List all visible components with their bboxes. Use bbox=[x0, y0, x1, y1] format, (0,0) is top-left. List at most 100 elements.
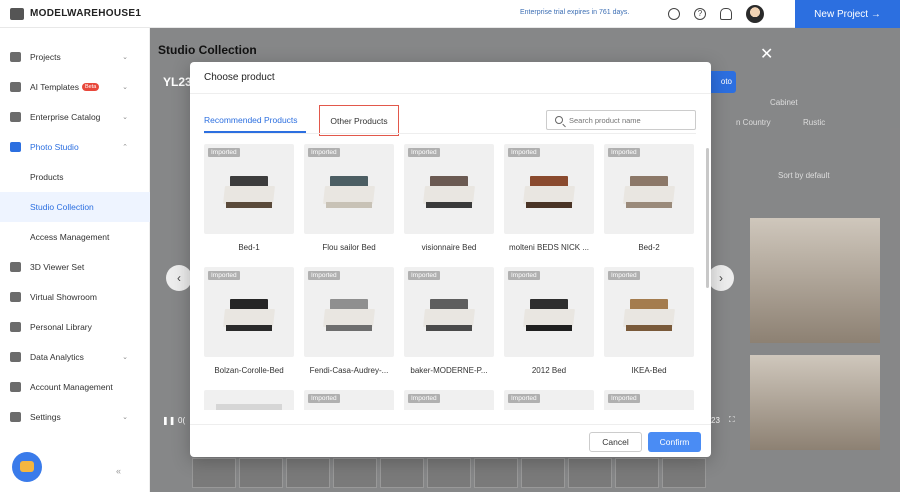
filter-country[interactable]: n Country bbox=[736, 118, 771, 127]
globe-icon[interactable] bbox=[668, 8, 680, 20]
product-card[interactable]: Imported Bolzan-Corolle-Bed bbox=[204, 267, 294, 375]
video-thumbnail[interactable] bbox=[192, 458, 236, 488]
sidebar-item-label: Projects bbox=[30, 52, 61, 62]
bed-icon bbox=[523, 176, 575, 210]
product-name: Fendi-Casa-Audrey-... bbox=[309, 366, 389, 375]
video-thumbnail[interactable] bbox=[286, 458, 330, 488]
video-thumbnail[interactable] bbox=[427, 458, 471, 488]
library-icon bbox=[10, 322, 21, 332]
product-card[interactable]: Imported Fendi-Casa-Audrey-... bbox=[304, 267, 394, 375]
product-thumbnail[interactable]: Imported bbox=[204, 144, 294, 234]
sidebar-item-settings[interactable]: Settings ⌄ bbox=[0, 402, 150, 432]
sidebar-item-account-management[interactable]: Account Management bbox=[0, 372, 150, 402]
product-card[interactable]: Imported baker-MODERNE-P... bbox=[404, 267, 494, 375]
sidebar-item-virtual-showroom[interactable]: Virtual Showroom bbox=[0, 282, 150, 312]
product-card[interactable]: Imported Bed-1 bbox=[204, 144, 294, 252]
new-project-button[interactable]: New Project → bbox=[795, 0, 900, 28]
product-card[interactable]: Imported molteni BEDS NICK ... bbox=[504, 144, 594, 252]
imported-badge: Imported bbox=[508, 148, 540, 157]
collapse-sidebar-icon[interactable]: « bbox=[116, 466, 121, 476]
product-thumbnail[interactable]: Imported bbox=[504, 267, 594, 357]
confirm-button[interactable]: Confirm bbox=[648, 432, 701, 452]
cancel-button[interactable]: Cancel bbox=[589, 432, 642, 452]
sidebar-item-enterprise-catalog[interactable]: Enterprise Catalog ⌄ bbox=[0, 102, 150, 132]
video-thumbnail[interactable] bbox=[239, 458, 283, 488]
tab-divider bbox=[204, 133, 696, 134]
product-card[interactable]: Imported bbox=[604, 390, 694, 410]
product-thumbnail[interactable]: Imported bbox=[504, 390, 594, 410]
product-card[interactable] bbox=[204, 390, 294, 410]
product-thumbnail[interactable]: Imported bbox=[504, 144, 594, 234]
gear-icon bbox=[10, 412, 21, 422]
sidebar-item-ai-templates[interactable]: AI Templates Beta ⌄ bbox=[0, 72, 150, 102]
product-card[interactable]: Imported 2012 Bed bbox=[504, 267, 594, 375]
scrollbar[interactable] bbox=[706, 148, 709, 288]
product-thumbnail[interactable]: Imported bbox=[604, 390, 694, 410]
cube-icon bbox=[10, 262, 21, 272]
modal-title: Choose product bbox=[190, 62, 711, 94]
product-card[interactable]: Imported Bed-2 bbox=[604, 144, 694, 252]
product-thumbnail[interactable]: Imported bbox=[304, 390, 394, 410]
product-thumbnail[interactable]: Imported bbox=[404, 144, 494, 234]
sidebar-item-data-analytics[interactable]: Data Analytics ⌄ bbox=[0, 342, 150, 372]
sidebar-item-access-management[interactable]: Access Management bbox=[0, 222, 150, 252]
imported-badge: Imported bbox=[308, 148, 340, 157]
product-card[interactable]: Imported IKEA-Bed bbox=[604, 267, 694, 375]
product-thumbnail[interactable]: Imported bbox=[304, 144, 394, 234]
product-thumbnail[interactable]: Imported bbox=[404, 267, 494, 357]
product-thumbnail[interactable] bbox=[204, 390, 294, 410]
sidebar-item-personal-library[interactable]: Personal Library bbox=[0, 312, 150, 342]
product-card[interactable]: Imported bbox=[304, 390, 394, 410]
gallery-image[interactable] bbox=[750, 218, 880, 343]
sidebar-item-studio-collection[interactable]: Studio Collection bbox=[0, 192, 150, 222]
sidebar-item-label: Personal Library bbox=[30, 322, 92, 332]
video-thumbnail[interactable] bbox=[521, 458, 565, 488]
video-thumbnail[interactable] bbox=[474, 458, 518, 488]
video-thumbnail[interactable] bbox=[615, 458, 659, 488]
video-thumbnail[interactable] bbox=[662, 458, 706, 488]
chat-support-icon[interactable] bbox=[12, 452, 42, 482]
product-thumbnail[interactable]: Imported bbox=[604, 267, 694, 357]
avatar[interactable] bbox=[746, 5, 764, 23]
search-input[interactable] bbox=[569, 115, 689, 125]
next-arrow-icon[interactable]: › bbox=[708, 265, 734, 291]
product-card[interactable]: Imported Flou sailor Bed bbox=[304, 144, 394, 252]
bed-icon bbox=[623, 176, 675, 210]
account-icon bbox=[10, 382, 21, 392]
product-card[interactable]: Imported bbox=[404, 390, 494, 410]
prev-arrow-icon[interactable]: ‹ bbox=[166, 265, 192, 291]
beta-badge: Beta bbox=[81, 83, 100, 91]
folder-icon bbox=[10, 52, 21, 62]
sidebar-item-label: Products bbox=[30, 172, 64, 182]
product-card[interactable]: Imported visionnaire Bed bbox=[404, 144, 494, 252]
filter-rustic[interactable]: Rustic bbox=[803, 118, 825, 127]
tab-other-products[interactable]: Other Products bbox=[319, 105, 399, 136]
sidebar-item-label: Data Analytics bbox=[30, 352, 84, 362]
sidebar-item-photo-studio[interactable]: Photo Studio ⌃ bbox=[0, 132, 150, 162]
ai-template-icon bbox=[10, 82, 21, 92]
tab-recommended-products[interactable]: Recommended Products bbox=[204, 115, 298, 125]
sidebar-item-3d-viewer-set[interactable]: 3D Viewer Set bbox=[0, 252, 150, 282]
pause-icon[interactable]: ❚❚ bbox=[162, 416, 175, 425]
chevron-icon: ⌄ bbox=[122, 54, 128, 61]
product-thumbnail[interactable]: Imported bbox=[304, 267, 394, 357]
product-card[interactable]: Imported bbox=[504, 390, 594, 410]
gallery-image[interactable] bbox=[750, 355, 880, 450]
video-thumbnail[interactable] bbox=[380, 458, 424, 488]
video-thumbnail[interactable] bbox=[568, 458, 612, 488]
sidebar-item-projects[interactable]: Projects ⌄ bbox=[0, 42, 150, 72]
search-box bbox=[546, 110, 696, 130]
video-thumbnail[interactable] bbox=[333, 458, 377, 488]
sidebar-item-label: Photo Studio bbox=[30, 142, 79, 152]
sidebar-item-products[interactable]: Products bbox=[0, 162, 150, 192]
filter-cabinet[interactable]: Cabinet bbox=[770, 98, 798, 107]
product-thumbnail[interactable]: Imported bbox=[204, 267, 294, 357]
brand[interactable]: MODELWAREHOUSE1 bbox=[0, 7, 200, 20]
close-icon[interactable]: ✕ bbox=[760, 44, 773, 64]
product-thumbnail[interactable]: Imported bbox=[604, 144, 694, 234]
help-icon[interactable]: ? bbox=[694, 8, 706, 20]
sort-select[interactable]: Sort by default bbox=[778, 171, 830, 180]
bell-icon[interactable] bbox=[720, 8, 732, 20]
product-thumbnail[interactable]: Imported bbox=[404, 390, 494, 410]
fullscreen-icon[interactable]: ⛶ bbox=[729, 415, 735, 425]
